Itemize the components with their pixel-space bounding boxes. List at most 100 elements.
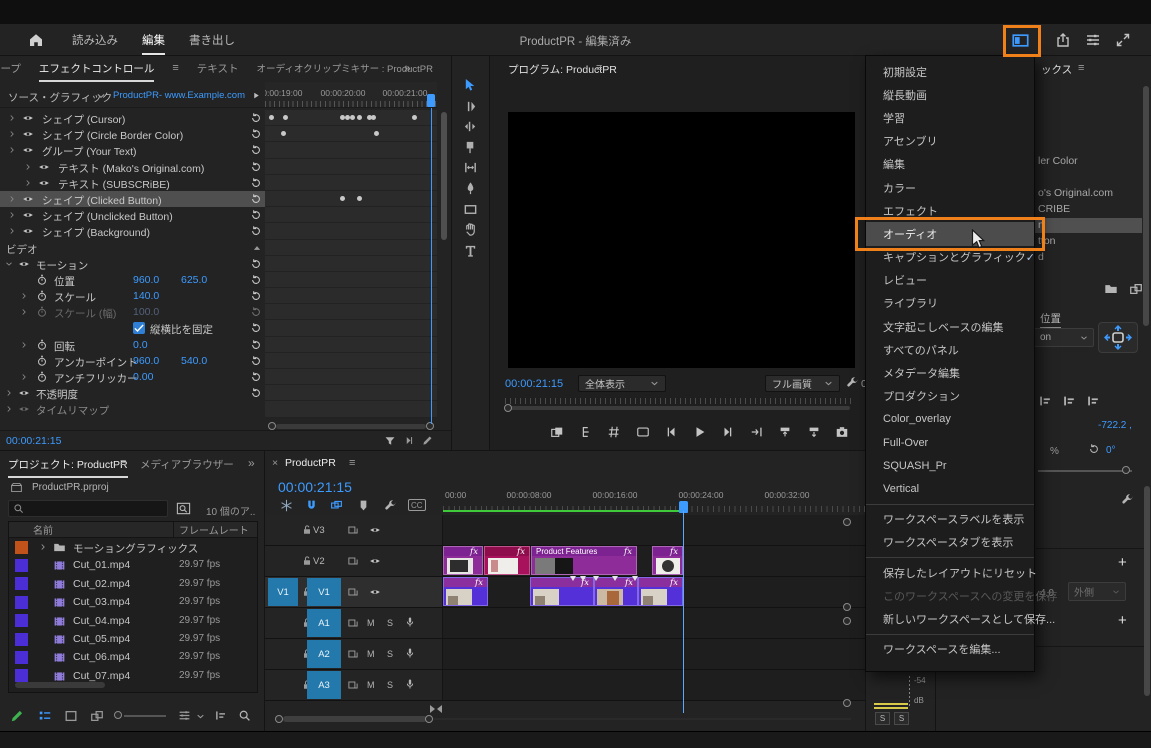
- param-label[interactable]: 位置: [54, 274, 75, 289]
- export-frame-button[interactable]: [835, 425, 849, 439]
- label-color-swatch[interactable]: [15, 614, 28, 628]
- pen-tool[interactable]: [463, 181, 478, 196]
- add-shadow-button[interactable]: +: [1118, 612, 1127, 629]
- keyframe-dot[interactable]: [370, 115, 376, 121]
- project-row[interactable]: Cut_04.mp4 29.97 fps: [9, 612, 257, 630]
- menu-item-18[interactable]: Vertical: [866, 477, 1034, 500]
- program-timecode[interactable]: 00:00:21:15: [505, 378, 563, 390]
- rotation-value[interactable]: 0°: [1106, 445, 1116, 456]
- visibility-eye-icon[interactable]: [18, 387, 30, 399]
- param-value[interactable]: 140.0: [133, 290, 159, 302]
- scrollbar-handle-left[interactable]: [275, 715, 283, 723]
- layer-row-fragment[interactable]: d: [1038, 251, 1044, 263]
- keyframe-lane[interactable]: [265, 336, 437, 353]
- reset-icon[interactable]: [250, 128, 262, 140]
- menu-item-12[interactable]: すべてのパネル: [866, 338, 1034, 361]
- keyframe-dot[interactable]: [269, 115, 275, 121]
- effect-label[interactable]: シェイプ (Circle Border Color): [42, 128, 183, 143]
- stopwatch-icon[interactable]: [36, 274, 48, 286]
- new-folder-icon[interactable]: [1104, 282, 1118, 296]
- writable-pencil-icon[interactable]: [10, 709, 24, 723]
- collapse-section-icon[interactable]: [252, 243, 262, 253]
- timeline-scroll-handle[interactable]: [843, 603, 851, 611]
- param-label[interactable]: アンチフリッカー: [54, 371, 138, 386]
- seek-keyframe-icon[interactable]: [404, 435, 415, 446]
- work-area-handle[interactable]: [430, 705, 442, 713]
- project-row[interactable]: モーショングラフィックス: [9, 538, 257, 556]
- item-name[interactable]: Cut_03.mp4: [73, 596, 130, 608]
- menu-item-7[interactable]: オーディオ: [866, 222, 1034, 246]
- menu-item-10[interactable]: ライブラリ: [866, 292, 1034, 315]
- twirl-icon[interactable]: [8, 195, 16, 203]
- label-color-swatch[interactable]: [15, 595, 28, 609]
- effect-label[interactable]: シェイプ (Unclicked Button): [42, 209, 173, 224]
- effects-timecode[interactable]: 00:00:21:15: [6, 435, 61, 447]
- layer-row-selected[interactable]: n: [1034, 218, 1142, 233]
- checkbox-uniform-scale[interactable]: [133, 322, 145, 335]
- timeline-clip[interactable]: fx: [594, 577, 638, 606]
- keyframe-dot[interactable]: [350, 115, 356, 121]
- icon-view-button[interactable]: [64, 709, 78, 723]
- edit-keyframe-icon[interactable]: [422, 435, 433, 446]
- extract-button[interactable]: [807, 425, 821, 439]
- label-color-swatch[interactable]: [15, 669, 28, 683]
- keyframe-lane[interactable]: [265, 255, 437, 272]
- keyframe-lane[interactable]: [265, 288, 437, 305]
- track-lane-v3[interactable]: [443, 515, 865, 545]
- sync-lock-icon[interactable]: [347, 524, 359, 536]
- menu-item-13[interactable]: メタデータ編集: [866, 361, 1034, 384]
- visibility-eye-icon[interactable]: [22, 128, 34, 140]
- visibility-eye-icon[interactable]: [18, 403, 30, 415]
- opacity-slider-track[interactable]: [1038, 470, 1132, 472]
- effect-row-left[interactable]: スケール (幅) 100.0: [0, 304, 265, 320]
- tab-project[interactable]: プロジェクト: ProductPR: [8, 457, 128, 478]
- param-value[interactable]: 0.0: [133, 339, 148, 351]
- align-bottom-icon[interactable]: [1086, 394, 1100, 408]
- position-section-label[interactable]: 位置: [1040, 311, 1061, 328]
- menu-item-17[interactable]: SQUASH_Pr: [866, 454, 1034, 477]
- track-name[interactable]: A1: [307, 609, 341, 637]
- item-name[interactable]: Cut_04.mp4: [73, 615, 130, 627]
- align-center-icon[interactable]: [1062, 394, 1076, 408]
- layer-row-fragment[interactable]: tton: [1038, 235, 1056, 247]
- list-view-button[interactable]: [38, 709, 52, 723]
- search-bin-button[interactable]: [176, 501, 191, 516]
- keyframe-lane[interactable]: [265, 190, 437, 208]
- menu-item-3[interactable]: アセンブリ: [866, 130, 1034, 153]
- menu-item-11[interactable]: 文字起こしベースの編集: [866, 315, 1034, 338]
- timeline-settings-wrench-icon[interactable]: [384, 499, 397, 512]
- keyframe-dot[interactable]: [283, 115, 289, 121]
- menu-item-21[interactable]: 保存したレイアウトにリセット: [866, 561, 1037, 584]
- timeline-clip[interactable]: fx: [443, 577, 488, 606]
- filter-effects-icon[interactable]: [384, 435, 396, 447]
- snap-magnet-icon[interactable]: [305, 499, 318, 512]
- stopwatch-icon[interactable]: [36, 306, 48, 318]
- program-zoom-select[interactable]: 全体表示: [578, 375, 666, 392]
- new-layer-icon[interactable]: [1129, 282, 1143, 296]
- twirl-icon[interactable]: [39, 543, 47, 551]
- hand-tool[interactable]: [463, 222, 478, 237]
- compare-view-button[interactable]: [550, 425, 564, 439]
- track-name[interactable]: A3: [307, 671, 341, 699]
- reset-icon[interactable]: [250, 258, 262, 270]
- effect-row-left[interactable]: タイムリマップ: [0, 401, 265, 417]
- workspace-switcher-icon[interactable]: [1012, 32, 1029, 49]
- keyframe-lane[interactable]: [265, 223, 437, 240]
- reset-icon[interactable]: [250, 355, 262, 367]
- item-name[interactable]: Cut_07.mp4: [73, 670, 130, 682]
- anchor-align-widget[interactable]: [1098, 322, 1138, 353]
- item-name[interactable]: Cut_02.mp4: [73, 578, 130, 590]
- menu-item-14[interactable]: プロダクション: [866, 385, 1034, 408]
- effect-row-left[interactable]: シェイプ (Unclicked Button): [0, 207, 265, 223]
- effect-label[interactable]: シェイプ (Clicked Button): [42, 193, 162, 208]
- layer-row-fragment[interactable]: CRIBE: [1038, 203, 1070, 215]
- sync-lock-icon[interactable]: [347, 555, 359, 567]
- twirl-icon[interactable]: [8, 211, 16, 219]
- project-row[interactable]: Cut_02.mp4 29.97 fps: [9, 575, 257, 593]
- menu-item-22[interactable]: このワークスペースへの変更を保存: [866, 584, 1057, 607]
- keyframe-dot[interactable]: [357, 115, 363, 121]
- automate-sequence-icon[interactable]: [214, 709, 227, 722]
- effects-panel-menu-icon[interactable]: ≡: [172, 62, 178, 74]
- visibility-eye-icon[interactable]: [38, 161, 50, 173]
- effect-row-left[interactable]: テキスト (SUBSCRiBE): [0, 175, 265, 191]
